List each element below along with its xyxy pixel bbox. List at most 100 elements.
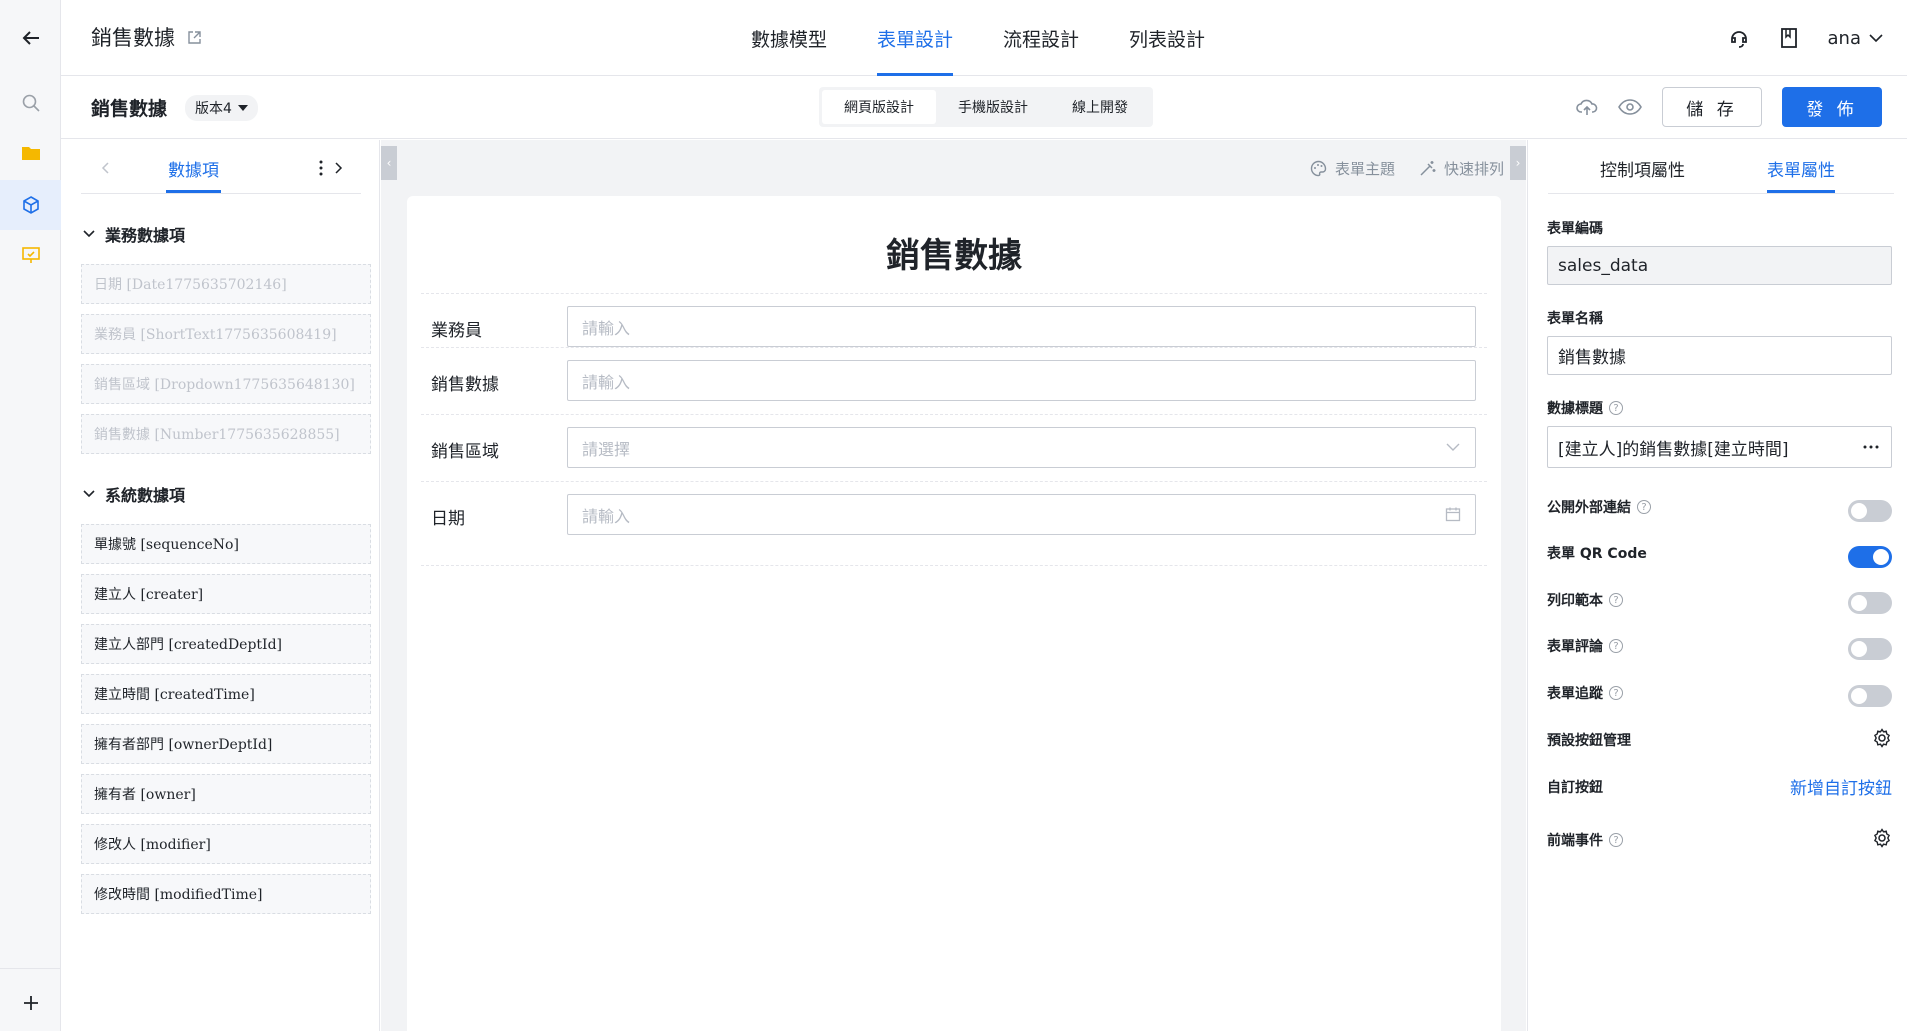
- field-item[interactable]: 銷售數據 [Number1775635628855]: [81, 414, 371, 454]
- field-item[interactable]: 銷售區域 [Dropdown1775635648130]: [81, 364, 371, 404]
- properties-tabs: 控制項屬性 表單屬性: [1548, 140, 1894, 194]
- external-link-icon[interactable]: [187, 30, 202, 45]
- field-item[interactable]: 建立人部門 [createdDeptId]: [81, 624, 371, 664]
- form-heading-text: 銷售數據: [91, 98, 168, 120]
- more-horizontal-icon[interactable]: [1863, 445, 1879, 449]
- tab-form-design[interactable]: 表單設計: [852, 0, 978, 76]
- book-icon[interactable]: [1780, 27, 1798, 49]
- field-item[interactable]: 擁有者部門 [ownerDeptId]: [81, 724, 371, 764]
- top-right-tools: ana: [1728, 0, 1883, 76]
- headset-icon[interactable]: [1728, 27, 1750, 49]
- data-title-field[interactable]: [建立人]的銷售數據[建立時間]: [1547, 426, 1892, 468]
- tab-data-items[interactable]: 數據項: [166, 156, 221, 193]
- form-comments-toggle[interactable]: [1848, 638, 1892, 660]
- help-icon[interactable]: ?: [1637, 500, 1651, 514]
- help-icon[interactable]: ?: [1609, 401, 1623, 415]
- tab-control-properties[interactable]: 控制項屬性: [1600, 156, 1685, 181]
- chevron-down-icon: [83, 490, 95, 498]
- help-icon[interactable]: ?: [1609, 686, 1623, 700]
- mode-mobile-design[interactable]: 手機版設計: [936, 90, 1050, 124]
- cube-icon[interactable]: [0, 180, 61, 230]
- add-custom-button-link[interactable]: 新增自訂按鈕: [1790, 774, 1892, 799]
- form-tracking-label-row: 表單追蹤 ?: [1547, 683, 1623, 703]
- search-icon[interactable]: [0, 78, 61, 128]
- collapse-right-panel-button[interactable]: ›: [1510, 146, 1526, 180]
- form-tracking-label: 表單追蹤: [1547, 686, 1603, 702]
- field-item[interactable]: 建立人 [creater]: [81, 574, 371, 614]
- plus-icon[interactable]: [0, 978, 61, 1028]
- field-item[interactable]: 業務員 [ShortText1775635608419]: [81, 314, 371, 354]
- business-group-header[interactable]: 業務數據項: [83, 222, 185, 246]
- sales-region-select[interactable]: 請選擇: [567, 427, 1476, 468]
- mode-online-dev[interactable]: 線上開發: [1050, 90, 1150, 124]
- back-arrow-icon[interactable]: [0, 13, 61, 63]
- form-field-label: 業務員: [431, 321, 482, 341]
- input-placeholder: 請選擇: [582, 439, 631, 459]
- version-select[interactable]: 版本4: [185, 94, 258, 121]
- public-link-toggle[interactable]: [1848, 500, 1892, 522]
- sales-data-input[interactable]: 請輸入: [567, 360, 1476, 401]
- help-icon[interactable]: ?: [1609, 593, 1623, 607]
- tab-flow-design[interactable]: 流程設計: [978, 0, 1104, 76]
- cloud-upload-icon[interactable]: [1576, 98, 1598, 116]
- form-name-value: 銷售數據: [1558, 348, 1626, 368]
- field-item[interactable]: 建立時間 [createdTime]: [81, 674, 371, 714]
- gear-icon[interactable]: [1872, 728, 1892, 748]
- form-tracking-toggle[interactable]: [1848, 685, 1892, 707]
- design-toolbar: 銷售數據 版本4 網頁版設計 手機版設計 線上開發 儲 存 發 佈: [61, 76, 1907, 139]
- tab-form-properties[interactable]: 表單屬性: [1767, 156, 1835, 193]
- print-template-toggle[interactable]: [1848, 592, 1892, 614]
- date-input[interactable]: 請輸入: [567, 494, 1476, 535]
- folder-icon[interactable]: [0, 128, 61, 178]
- chevron-down-icon: [1446, 443, 1460, 451]
- form-code-value: sales_data: [1558, 255, 1649, 276]
- chevron-right-icon[interactable]: [335, 162, 343, 174]
- salesperson-input[interactable]: 請輸入: [567, 306, 1476, 347]
- user-menu[interactable]: ana: [1828, 28, 1883, 49]
- frontend-events-label: 前端事件: [1547, 833, 1603, 849]
- collapse-left-panel-button[interactable]: ‹: [381, 146, 397, 180]
- tab-data-model[interactable]: 數據模型: [726, 0, 852, 76]
- field-item[interactable]: 修改時間 [modifiedTime]: [81, 874, 371, 914]
- print-template-label: 列印範本: [1547, 593, 1603, 609]
- public-link-label-row: 公開外部連結 ?: [1547, 497, 1651, 517]
- save-button[interactable]: 儲 存: [1662, 87, 1762, 127]
- form-field-label: 銷售數據: [431, 375, 499, 395]
- field-item[interactable]: 日期 [Date1775635702146]: [81, 264, 371, 304]
- gear-icon[interactable]: [1872, 828, 1892, 848]
- data-title-value: [建立人]的銷售數據[建立時間]: [1558, 439, 1789, 460]
- form-row-sales-data[interactable]: 銷售數據 請輸入: [421, 347, 1487, 414]
- quick-arrange-button[interactable]: 快速排列: [1419, 158, 1504, 179]
- tab-list-design[interactable]: 列表設計: [1104, 0, 1230, 76]
- canvas-tools: 表單主題 快速排列: [1310, 158, 1504, 179]
- top-bar: 銷售數據 數據模型 表單設計 流程設計 列表設計 ana: [61, 0, 1907, 76]
- form-comments-label-row: 表單評論 ?: [1547, 636, 1623, 656]
- form-heading: 銷售數據 版本4: [91, 94, 258, 121]
- form-name-label: 表單名稱: [1547, 311, 1603, 327]
- version-label: 版本4: [195, 100, 232, 117]
- preview-eye-icon[interactable]: [1618, 99, 1642, 115]
- field-item[interactable]: 擁有者 [owner]: [81, 774, 371, 814]
- chevron-down-icon: [83, 230, 95, 238]
- field-item[interactable]: 修改人 [modifier]: [81, 824, 371, 864]
- more-vertical-icon[interactable]: [319, 160, 323, 176]
- presentation-icon[interactable]: [0, 230, 61, 280]
- rail-divider: [0, 968, 61, 969]
- form-row-sales-region[interactable]: 銷售區域 請選擇: [421, 414, 1487, 481]
- form-name-field[interactable]: 銷售數據: [1547, 336, 1892, 375]
- field-item[interactable]: 單據號 [sequenceNo]: [81, 524, 371, 564]
- form-theme-button[interactable]: 表單主題: [1310, 158, 1395, 179]
- system-group-header[interactable]: 系統數據項: [83, 482, 185, 506]
- chevron-left-icon[interactable]: [101, 162, 109, 174]
- form-row-date[interactable]: 日期 請輸入: [421, 481, 1487, 548]
- form-field-label: 銷售區域: [431, 442, 499, 462]
- app-title-text: 銷售數據: [91, 26, 175, 50]
- palette-icon: [1310, 160, 1327, 177]
- qr-code-toggle[interactable]: [1848, 546, 1892, 568]
- help-icon[interactable]: ?: [1609, 639, 1623, 653]
- mode-web-design[interactable]: 網頁版設計: [822, 90, 936, 124]
- publish-button[interactable]: 發 佈: [1782, 87, 1882, 127]
- toolbar-actions: 儲 存 發 佈: [1576, 87, 1882, 127]
- form-canvas-area: ‹ › 表單主題 快速排列 銷售數據 業務員 請輸入 銷售數據 請輸入 銷售區域: [381, 140, 1526, 1036]
- help-icon[interactable]: ?: [1609, 833, 1623, 847]
